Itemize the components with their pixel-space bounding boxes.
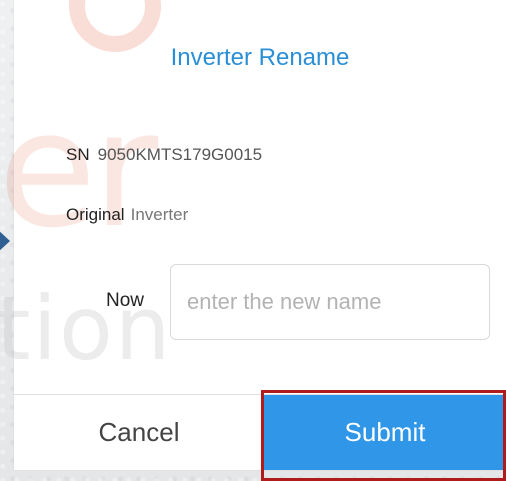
watermark-text-lower: tion: [0, 277, 173, 380]
original-row: Original Inverter: [66, 205, 188, 225]
sn-value: 9050KMTS179G0015: [97, 145, 263, 164]
cancel-button[interactable]: Cancel: [14, 395, 264, 470]
original-value: Inverter: [130, 205, 189, 224]
sn-label: SN: [66, 145, 90, 164]
new-name-input[interactable]: [170, 264, 490, 340]
now-label: Now: [106, 290, 145, 311]
rename-dialog: er tion Inverter Rename SN 9050KMTS179G0…: [0, 0, 506, 470]
watermark-text: er: [0, 76, 158, 263]
arrow-right-icon: [0, 228, 10, 254]
original-label: Original: [66, 205, 125, 224]
sn-row: SN 9050KMTS179G0015: [66, 145, 262, 165]
submit-button[interactable]: Submit: [264, 395, 506, 470]
dialog-title: Inverter Rename: [170, 44, 350, 71]
